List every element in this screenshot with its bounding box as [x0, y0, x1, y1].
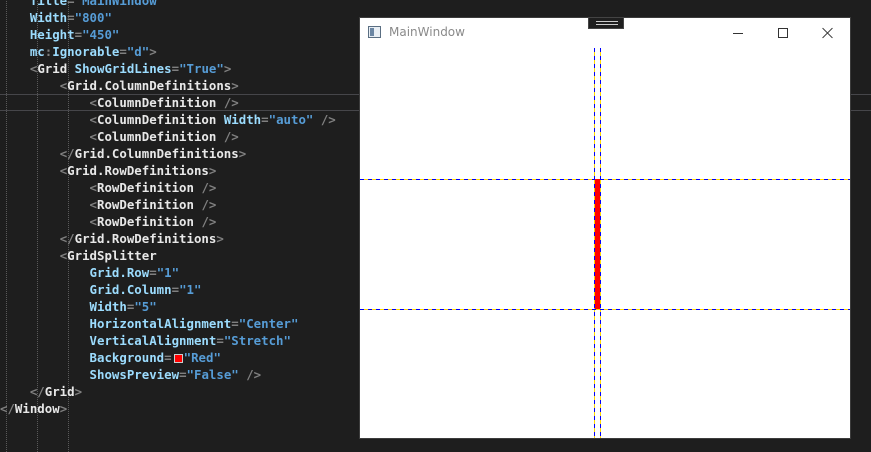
close-button[interactable]	[805, 18, 851, 48]
grid-line-horizontal	[360, 179, 850, 180]
title-bar[interactable]: MainWindow	[360, 17, 851, 48]
grab-handle-icon[interactable]	[588, 17, 624, 29]
minimize-icon	[733, 32, 743, 34]
window-client-area	[360, 48, 850, 438]
grid-splitter[interactable]	[595, 179, 600, 309]
code-line[interactable]: Title="MainWindow"	[0, 0, 871, 9]
close-icon	[822, 27, 834, 39]
grid-line-horizontal	[360, 309, 850, 310]
window-app-icon	[368, 26, 381, 38]
window-title: MainWindow	[389, 25, 465, 39]
maximize-icon	[778, 28, 788, 38]
minimize-button[interactable]	[715, 18, 761, 48]
color-swatch-icon	[173, 354, 183, 363]
app-window[interactable]: MainWindow	[359, 17, 851, 439]
screen: Title="MainWindow" Width="800" Height="4…	[0, 0, 871, 452]
grid-line-vertical	[600, 48, 601, 438]
maximize-button[interactable]	[760, 18, 806, 48]
